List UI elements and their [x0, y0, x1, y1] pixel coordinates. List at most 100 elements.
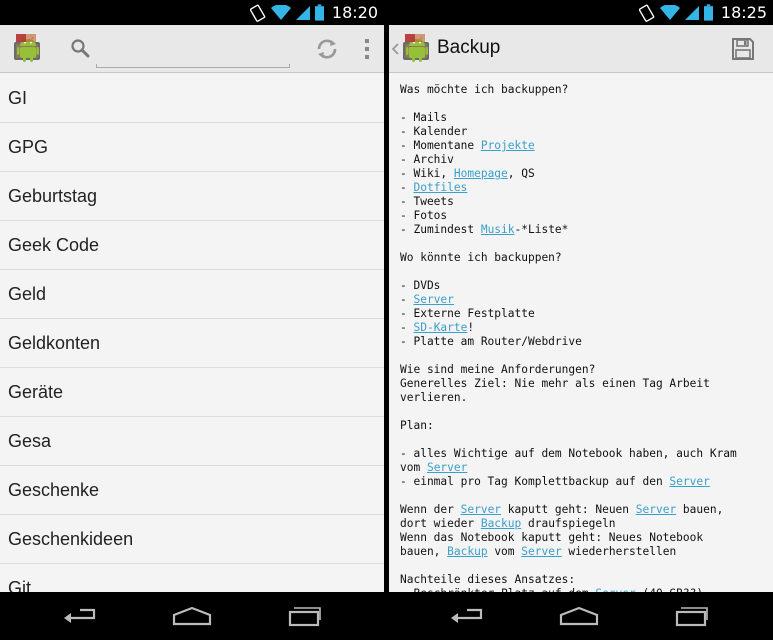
wiki-link[interactable]: Projekte — [481, 139, 535, 152]
back-icon — [451, 608, 483, 623]
right-screen: 18:25 Backup Was möchte ich backuppen? - … — [389, 0, 773, 640]
up-navigation[interactable] — [389, 25, 433, 73]
note-line: vom Server — [400, 461, 762, 475]
note-line: - alles Wichtige auf dem Notebook haben,… — [400, 447, 762, 461]
android-app-icon[interactable] — [12, 32, 44, 64]
note-line — [400, 97, 762, 111]
back-icon — [64, 608, 96, 623]
wiki-link[interactable]: Backup — [481, 517, 521, 530]
wiki-link[interactable]: Server — [636, 503, 676, 516]
note-text: draufspiegeln — [521, 517, 616, 530]
navigation-bar — [389, 592, 773, 640]
note-line: - Tweets — [400, 195, 762, 209]
list-item[interactable]: Geburtstag — [0, 172, 384, 221]
note-line — [400, 349, 762, 363]
list-item[interactable]: GI — [0, 74, 384, 123]
battery-icon — [315, 4, 324, 21]
note-line: - Server — [400, 293, 762, 307]
wiki-link[interactable]: Server — [413, 293, 453, 306]
wiki-link[interactable]: Backup — [447, 545, 487, 558]
note-text: - — [400, 293, 414, 306]
note-text: - Zumindest — [400, 223, 481, 236]
list-item[interactable]: Gesa — [0, 417, 384, 466]
wiki-link[interactable]: Dotfiles — [413, 181, 467, 194]
wiki-link[interactable]: Server — [669, 475, 709, 488]
note-line: - Externe Festplatte — [400, 307, 762, 321]
note-line — [400, 433, 762, 447]
battery-icon — [704, 4, 713, 21]
recents-button[interactable] — [274, 600, 334, 632]
home-button[interactable] — [549, 600, 609, 632]
home-button[interactable] — [162, 600, 222, 632]
list-item[interactable]: Geldkonten — [0, 319, 384, 368]
list-item-label: Geschenkideen — [8, 528, 134, 549]
list-item-label: Geldkonten — [8, 332, 101, 353]
note-text: - Tweets — [400, 195, 454, 208]
note-line: dort wieder Backup draufspiegeln — [400, 517, 762, 531]
save-icon[interactable] — [731, 37, 755, 61]
list-item[interactable]: Geräte — [0, 368, 384, 417]
note-text: - — [400, 181, 414, 194]
home-icon — [172, 606, 212, 626]
home-icon — [559, 606, 599, 626]
sync-icon[interactable] — [313, 35, 341, 63]
wiki-link[interactable]: Server — [461, 503, 501, 516]
note-line: Wo könnte ich backuppen? — [400, 251, 762, 265]
list-item-label: GPG — [8, 136, 49, 157]
overflow-menu-icon[interactable] — [363, 37, 371, 61]
list-item[interactable]: Geschenkideen — [0, 515, 384, 564]
list-item-label: Geld — [8, 283, 47, 304]
note-line: Was möchte ich backuppen? — [400, 83, 762, 97]
note-text: - Fotos — [400, 209, 448, 222]
note-body[interactable]: Was möchte ich backuppen? - Mails - Kalend… — [389, 74, 773, 592]
signal-icon — [685, 5, 699, 21]
status-bar: 18:20 — [0, 0, 384, 25]
left-screen: 18:20 GI GPG Geburtstag Geek Code Geld Geldko… — [0, 0, 384, 640]
rotate-icon — [639, 4, 655, 22]
note-text: - Kalender — [400, 125, 468, 138]
search-input[interactable] — [96, 31, 290, 65]
note-line: verlieren. — [400, 391, 762, 405]
note-text: - Platte am Router/Webdrive — [400, 335, 582, 348]
note-line — [400, 237, 762, 251]
note-line: - Mails — [400, 111, 762, 125]
note-line: Nachteile dieses Ansatzes: — [400, 573, 762, 587]
note-text: - Mails — [400, 111, 448, 124]
wiki-link[interactable]: Server — [427, 461, 467, 474]
wiki-link[interactable]: Server — [521, 545, 561, 558]
wifi-icon — [660, 5, 680, 21]
status-time: 18:25 — [720, 3, 767, 22]
navigation-bar — [0, 592, 384, 640]
note-text: - Wiki, — [400, 167, 454, 180]
list-item[interactable]: Geek Code — [0, 221, 384, 270]
note-text: - einmal pro Tag Komplettbackup auf den — [400, 475, 670, 488]
list-item-label: Geburtstag — [8, 185, 98, 206]
wiki-link[interactable]: Musik — [481, 223, 515, 236]
note-line: Plan: — [400, 419, 762, 433]
search-icon[interactable] — [70, 38, 90, 58]
list-item[interactable]: Geld — [0, 270, 384, 319]
note-line — [400, 489, 762, 503]
note-text: - Momentane — [400, 139, 481, 152]
list-item[interactable]: Geschenke — [0, 466, 384, 515]
list-item[interactable]: Git — [0, 564, 384, 593]
list-item[interactable]: GPG — [0, 123, 384, 172]
wiki-link[interactable]: Homepage — [454, 167, 508, 180]
note-text: Wenn der — [400, 503, 461, 516]
note-text: verlieren. — [400, 391, 468, 404]
note-line: - DVDs — [400, 279, 762, 293]
recents-button[interactable] — [661, 600, 721, 632]
back-button[interactable] — [50, 600, 110, 632]
note-text: Plan: — [400, 419, 434, 432]
android-app-icon — [401, 32, 433, 64]
note-text: - — [400, 321, 414, 334]
back-button[interactable] — [437, 600, 497, 632]
wiki-link[interactable]: SD-Karte — [413, 321, 467, 334]
note-text: , QS — [507, 167, 535, 180]
page-title: Backup — [437, 37, 501, 58]
signal-icon — [296, 5, 310, 21]
recents-icon — [288, 607, 321, 627]
note-text: kaputt geht: Neuen — [501, 503, 636, 516]
note-line: - SD-Karte! — [400, 321, 762, 335]
note-line — [400, 405, 762, 419]
